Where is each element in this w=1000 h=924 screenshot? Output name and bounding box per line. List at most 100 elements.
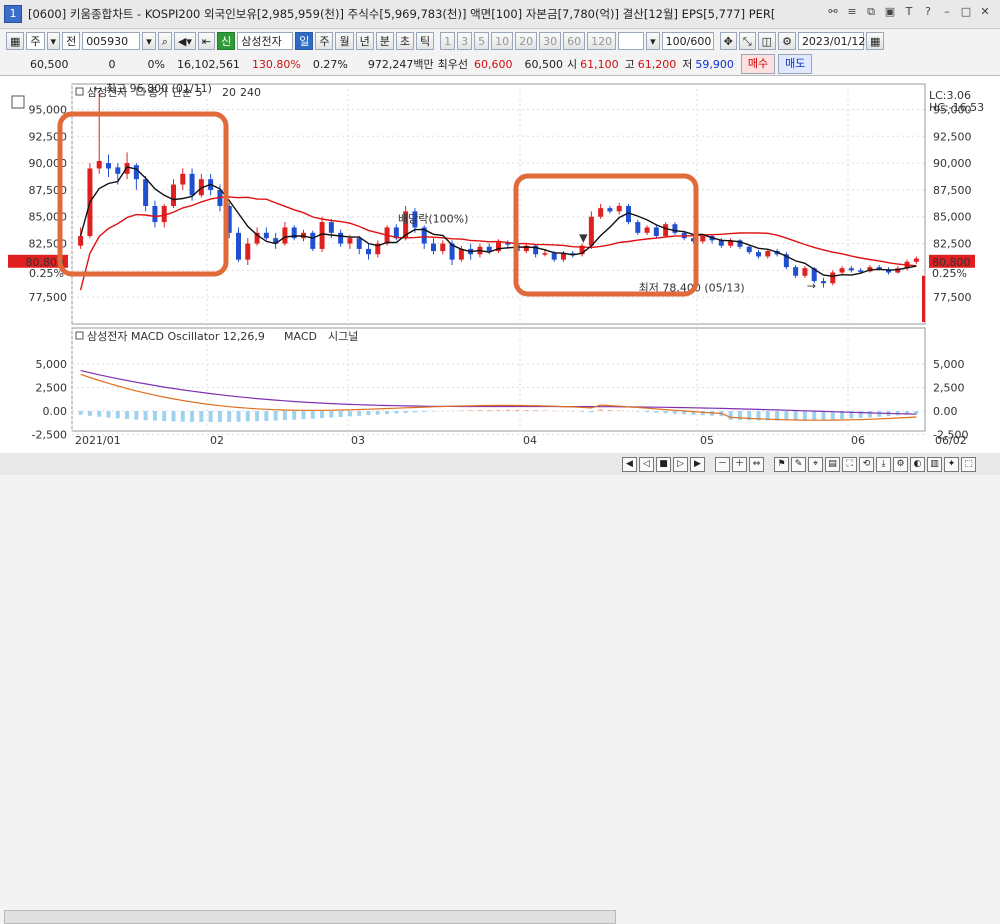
interval-20[interactable]: 20 [515, 32, 537, 50]
help-icon[interactable]: ? [921, 5, 935, 19]
disk-icon[interactable]: ◫ [758, 32, 776, 50]
candle-body [793, 267, 798, 276]
sell-button[interactable]: 매도 [778, 54, 812, 74]
best-bid: 60,500 [524, 58, 563, 71]
copy-icon[interactable]: ⧉ [864, 5, 878, 19]
period-second[interactable]: 초 [396, 32, 414, 50]
tool-d-icon[interactable]: ▤ [825, 457, 840, 472]
tool-a-icon[interactable]: ⚑ [774, 457, 789, 472]
price-tick-right: 87,500 [933, 184, 972, 197]
candle-body [190, 174, 195, 195]
fit-icon[interactable]: ⇔ [749, 457, 764, 472]
menu-icon[interactable]: ≡ [845, 5, 859, 19]
count-input[interactable]: 100/600 [662, 32, 714, 50]
macd-oscillator-bar [422, 411, 426, 412]
link-icon[interactable]: ⚯ [826, 5, 840, 19]
zoom-in-icon[interactable]: ＋ [732, 457, 747, 472]
candle-body [282, 227, 287, 243]
interval-1[interactable]: 1 [440, 32, 455, 50]
tool-e-icon[interactable]: ⛶ [842, 457, 857, 472]
tool-b-icon[interactable]: ✎ [791, 457, 806, 472]
calendar-icon[interactable]: ▦ [866, 32, 884, 50]
period-minute[interactable]: 분 [376, 32, 394, 50]
period-month[interactable]: 월 [335, 32, 353, 50]
minimize-icon[interactable]: – [940, 5, 954, 19]
period-day[interactable]: 일 [295, 32, 313, 50]
candle-body [366, 249, 371, 254]
chart-canvas[interactable]: 95,00095,00092,50092,50090,00090,00087,5… [0, 76, 1000, 454]
candle-body [552, 253, 557, 259]
candle-body [264, 233, 269, 238]
code-dropdown-icon[interactable]: ▾ [142, 32, 156, 50]
candle-body [700, 236, 705, 241]
search-icon[interactable]: ⌕ [158, 32, 172, 50]
period-week[interactable]: 주 [315, 32, 333, 50]
interval-5[interactable]: 5 [474, 32, 489, 50]
interval-3[interactable]: 3 [457, 32, 472, 50]
macd-oscillator-bar [190, 411, 194, 422]
speaker-icon[interactable]: ◀▾ [174, 32, 196, 50]
macd-oscillator-bar [524, 410, 528, 411]
save-icon[interactable]: ▣ [883, 5, 897, 19]
date-tick: 2021/01 [75, 434, 121, 447]
interval-60[interactable]: 60 [563, 32, 585, 50]
tool-c-icon[interactable]: ⌖ [808, 457, 823, 472]
grid-toggle-icon[interactable]: ▦ [6, 32, 24, 50]
prev-icon[interactable]: ⇤ [198, 32, 215, 50]
macd-oscillator-bar [636, 411, 640, 412]
current-rate-right: 0.25% [932, 267, 967, 280]
macd-oscillator-bar [877, 411, 881, 417]
pin-icon[interactable]: ✥ [720, 32, 737, 50]
macd-oscillator-bar [868, 411, 872, 417]
zoom-out-icon[interactable]: － [715, 457, 730, 472]
macd-legend-box-icon [76, 332, 83, 339]
macd-oscillator-bar [209, 411, 213, 422]
tool-j-icon[interactable]: ▥ [927, 457, 942, 472]
period-tick[interactable]: 틱 [416, 32, 434, 50]
interval-30[interactable]: 30 [539, 32, 561, 50]
macd-oscillator-bar [199, 411, 203, 422]
nav-first-icon[interactable]: ◀ [622, 457, 637, 472]
macd-oscillator-bar [181, 411, 185, 422]
tool-g-icon[interactable]: ⤓ [876, 457, 891, 472]
candle-body [663, 224, 668, 236]
price-tick-left: 77,500 [29, 291, 68, 304]
stock-code-input[interactable]: 005930 [82, 32, 140, 50]
tool-l-icon[interactable]: ⬚ [961, 457, 976, 472]
current-rate-left: 0.25% [29, 267, 64, 280]
close-icon[interactable]: ✕ [978, 5, 992, 19]
period-year[interactable]: 년 [356, 32, 374, 50]
buy-button[interactable]: 매수 [741, 54, 775, 74]
turnover-rate: 0.27% [313, 58, 348, 71]
tool-k-icon[interactable]: ✦ [944, 457, 959, 472]
interval-120[interactable]: 120 [587, 32, 616, 50]
nav-next-icon[interactable]: ▷ [673, 457, 688, 472]
date-input[interactable]: 2023/01/12 [798, 32, 864, 50]
tool-f-icon[interactable]: ⟲ [859, 457, 874, 472]
macd-oscillator-bar [88, 411, 92, 416]
font-icon[interactable]: T [902, 5, 916, 19]
macd-oscillator-bar [292, 411, 296, 420]
current-price: 60,500 [30, 58, 69, 71]
window-title: [0600] 키움종합차트 - KOSPI200 외국인보유[2,985,959… [28, 6, 858, 22]
chevron-down-icon[interactable]: ▾ [47, 32, 61, 50]
chart-scrollbar[interactable] [4, 910, 616, 924]
tool-h-icon[interactable]: ⚙ [893, 457, 908, 472]
nav-stop-icon[interactable]: ■ [656, 457, 671, 472]
settings-icon[interactable]: ⚙ [778, 32, 796, 50]
tool-i-icon[interactable]: ◐ [910, 457, 925, 472]
crosshair-icon[interactable]: ⤡ [739, 32, 756, 50]
chart-type-select[interactable]: 주 [26, 32, 44, 50]
interval-custom-input[interactable] [618, 32, 644, 50]
market-select[interactable]: 전 [62, 32, 80, 50]
macd-oscillator-bar [645, 411, 649, 412]
macd-oscillator-bar [329, 411, 333, 418]
interval-dropdown-icon[interactable]: ▾ [646, 32, 660, 50]
candle-body [802, 268, 807, 276]
macd-tick-right: 0.00 [933, 405, 958, 418]
nav-prev-icon[interactable]: ◁ [639, 457, 654, 472]
chart-area[interactable]: 95,00095,00092,50092,50090,00090,00087,5… [0, 75, 1000, 455]
interval-10[interactable]: 10 [491, 32, 513, 50]
nav-last-icon[interactable]: ▶ [690, 457, 705, 472]
maximize-icon[interactable]: □ [959, 5, 973, 19]
